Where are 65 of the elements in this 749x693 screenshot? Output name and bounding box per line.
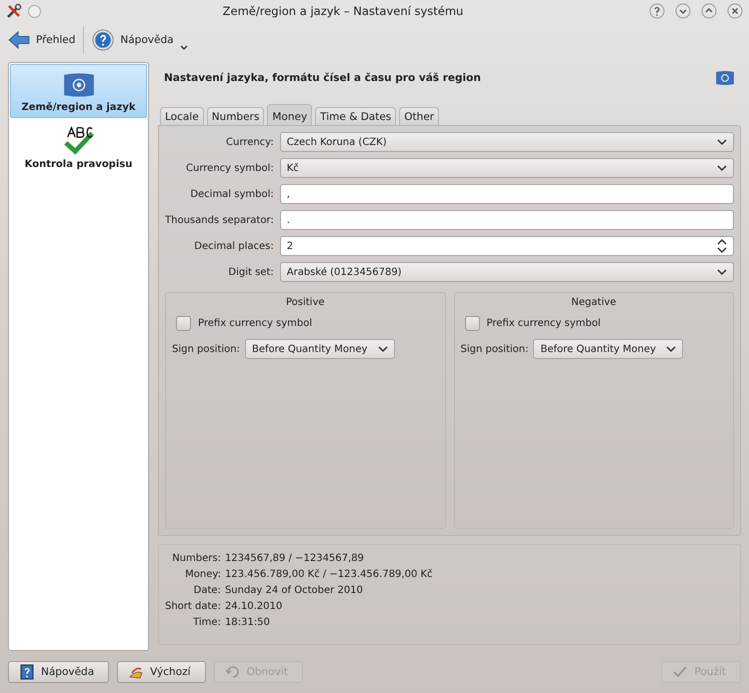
minimize-icon[interactable] [675, 3, 691, 19]
group-title: Positive [286, 297, 325, 308]
dropdown[interactable]: Kč [280, 158, 734, 178]
tab[interactable]: Other [399, 107, 440, 125]
input-field[interactable]: , [280, 184, 734, 204]
preview-label: Numbers: [171, 553, 221, 564]
undo-icon [224, 664, 241, 680]
spin-box[interactable]: 2 [280, 236, 734, 256]
sidebar-item[interactable]: Země/region a jazyk [10, 64, 147, 118]
caret-icon [717, 138, 727, 146]
caret-icon [717, 164, 727, 172]
tab[interactable]: Locale [160, 107, 204, 125]
flag-icon [715, 70, 735, 86]
tools-icon [6, 3, 22, 19]
field-label: Sign position: [172, 344, 240, 354]
left-arrow-icon [8, 31, 30, 49]
dropdown[interactable]: Czech Koruna (CZK) [280, 132, 734, 152]
preview-value: 18:31:50 [224, 617, 271, 628]
field-label: Currency symbol: [185, 162, 274, 174]
field-label: Sign position: [460, 344, 528, 354]
caret-icon [717, 268, 727, 276]
group-title: Negative [571, 297, 616, 308]
checkmark-icon [672, 664, 688, 680]
tab[interactable]: Money [267, 104, 312, 125]
window-title: Země/region a jazyk – Nastavení systému [222, 4, 464, 18]
preview-value: Sunday 24 of October 2010 [224, 585, 364, 596]
checkbox[interactable] [176, 316, 191, 331]
help-button[interactable]: Nápověda [8, 661, 110, 683]
preview-label: Short date: [165, 601, 221, 612]
field-label: Currency: [225, 136, 274, 148]
preview-label: Date: [192, 585, 221, 596]
checkbox-label: Prefix currency symbol [198, 318, 312, 329]
maximize-icon[interactable] [701, 3, 717, 19]
checkbox-label: Prefix currency symbol [486, 318, 601, 329]
field-label: Decimal places: [193, 240, 274, 252]
caret-icon [666, 346, 676, 352]
caret-icon [180, 45, 188, 51]
caret-icon [378, 346, 388, 352]
preview-label: Time: [192, 617, 221, 628]
dropdown[interactable]: Before Quantity Money [244, 339, 395, 359]
dropdown[interactable]: Arabské (0123456789) [280, 262, 734, 282]
spellcheck-icon [62, 125, 94, 155]
tab[interactable]: Numbers [206, 107, 264, 125]
preview-value: 123.456.789,00 Kč / −123.456.789,00 Kč [224, 569, 433, 580]
checkbox[interactable] [464, 316, 480, 331]
field-label: Digit set: [227, 266, 274, 278]
help-menu-button[interactable]: Nápověda [90, 27, 190, 53]
help-book-icon [19, 664, 35, 680]
sidebar-item[interactable]: Kontrola pravopisu [10, 118, 147, 174]
field-label: Decimal symbol: [189, 188, 274, 200]
input-field[interactable]: . [280, 210, 734, 230]
preview-label: Money: [184, 569, 221, 580]
spin-arrows-icon [717, 239, 727, 253]
dropdown[interactable]: Before Quantity Money [533, 339, 684, 359]
flag-icon [62, 72, 96, 98]
help-icon[interactable] [649, 3, 665, 19]
page-heading: Nastavení jazyka, formátu čísel a času pro váš region [164, 72, 481, 84]
help-icon [92, 29, 114, 51]
tab[interactable]: Time & Dates [315, 107, 396, 125]
back-button[interactable]: Přehled [6, 29, 78, 51]
preview-value: 1234567,89 / −1234567,89 [224, 553, 365, 564]
field-label: Thousands separator: [165, 214, 274, 226]
defaults-button[interactable]: Výchozí [117, 661, 206, 683]
close-icon[interactable] [727, 3, 743, 19]
preview-value: 24.10.2010 [224, 601, 284, 612]
